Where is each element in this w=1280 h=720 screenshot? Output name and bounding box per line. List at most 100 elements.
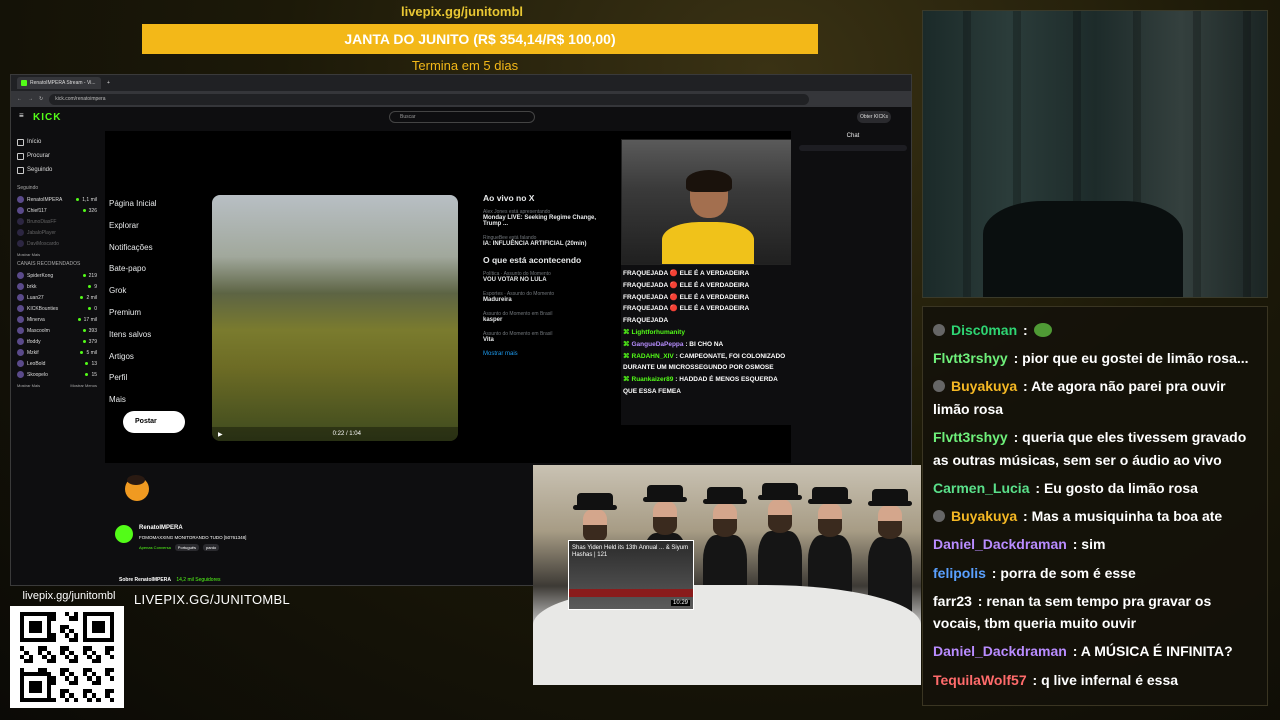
chat-username[interactable]: Carmen_Lucia bbox=[933, 480, 1029, 496]
channel-avatar[interactable] bbox=[115, 525, 133, 543]
chat-text: Mas a musiquinha ta boa ate bbox=[1031, 508, 1223, 525]
x-nav-home[interactable]: Página Inicial bbox=[109, 199, 199, 221]
channel-avatar bbox=[17, 272, 24, 279]
x-nav-grok[interactable]: Grok bbox=[109, 286, 199, 308]
x-nav-profile[interactable]: Perfil bbox=[109, 373, 199, 395]
chat-text: pior que eu gostei de limão rosa... bbox=[1022, 350, 1249, 367]
sidebar-channel[interactable]: Chief117 326 bbox=[17, 205, 97, 216]
chat-line: ⌘ Ruankaizer89 : HADDAD É MENOS ESQUERDA … bbox=[623, 374, 791, 398]
user-badge-icon bbox=[933, 380, 945, 393]
x-nav-articles[interactable]: Artigos bbox=[109, 352, 199, 374]
browser-tab[interactable]: RenatoIMPERA Stream - Vi... bbox=[17, 77, 101, 89]
chat-separator: : bbox=[1068, 536, 1082, 553]
sidebar-channel[interactable]: Skoopelo 15 bbox=[17, 369, 97, 380]
sidebar-channel[interactable]: SpiderKong 219 bbox=[17, 270, 97, 281]
forward-icon[interactable]: → bbox=[28, 96, 33, 102]
chat-username[interactable]: Flvtt3rshyy bbox=[933, 350, 1008, 366]
x-show-more[interactable]: Mostrar mais bbox=[483, 351, 613, 357]
kick-logo[interactable]: KICK bbox=[33, 112, 61, 123]
channel-name: KICKBounties bbox=[27, 305, 59, 312]
sidebar-channel[interactable]: Minerva 17 mil bbox=[17, 314, 97, 325]
trend-item[interactable]: Esportes · Assunto do Momento Madureira bbox=[483, 291, 613, 303]
url-field[interactable]: kick.com/renatoimpera bbox=[49, 93, 810, 105]
tag-chip[interactable]: pardo bbox=[203, 544, 220, 551]
x-nav-chat[interactable]: Bate-papo bbox=[109, 264, 199, 286]
tweet-video[interactable]: ▶ 0:22 / 1:04 bbox=[212, 195, 458, 441]
channel-name: SpiderKong bbox=[27, 272, 54, 279]
category-link[interactable]: Apenas Conversa bbox=[139, 545, 171, 550]
channel-name[interactable]: RenatoIMPERA bbox=[139, 525, 183, 531]
chat-username[interactable]: Buyakuya bbox=[951, 378, 1017, 394]
x-nav-bookmarks[interactable]: Itens salvos bbox=[109, 330, 199, 352]
x-nav-notifications[interactable]: Notificações bbox=[109, 243, 199, 265]
chat-separator: : bbox=[1068, 643, 1081, 660]
chat-username[interactable]: Lightforhumanity bbox=[632, 329, 685, 336]
sidebar-channel[interactable]: Mzkif 5 mil bbox=[17, 347, 97, 358]
chat-username[interactable]: Buyakuya bbox=[951, 508, 1017, 524]
stream-player[interactable]: Página Inicial Explorar Notificações Bat… bbox=[105, 131, 791, 463]
about-section: Sobre RenatoIMPERA 14,2 mil Seguidores bbox=[119, 577, 221, 583]
sidebar-channel[interactable]: tfoddy 379 bbox=[17, 336, 97, 347]
sidebar-channel[interactable]: BrunoDiasFF bbox=[17, 216, 97, 227]
show-less-bottom[interactable]: Mostrar Menos bbox=[70, 383, 97, 388]
tag-chip[interactable]: Português bbox=[174, 544, 200, 551]
chat-separator: : bbox=[1031, 479, 1044, 496]
chat-username[interactable]: Flvtt3rshyy bbox=[933, 429, 1008, 445]
trend-item[interactable]: Política · Assunto do Momento VOU VOTAR N… bbox=[483, 271, 613, 283]
stream-chat-overlay: FRAQUEJADA 🔴 ELE É A VERDADEIRA FRAQUEJAD… bbox=[621, 265, 791, 425]
kick-sidebar: Início Procurar Seguindo Seguindo Renato… bbox=[11, 129, 103, 585]
chat-username[interactable]: Disc0man bbox=[951, 322, 1017, 338]
back-icon[interactable]: ← bbox=[17, 96, 22, 102]
x-post-button[interactable]: Postar bbox=[123, 411, 185, 433]
sidebar-channel[interactable]: LeoBold 13 bbox=[17, 358, 97, 369]
x-nav-explore[interactable]: Explorar bbox=[109, 221, 199, 243]
chat-username[interactable]: Ruankaizer89 bbox=[632, 376, 674, 383]
livepix-banner: LIVEPIX.GG/JUNITOMBL bbox=[134, 592, 291, 607]
sidebar-channel[interactable]: brkk 9 bbox=[17, 281, 97, 292]
chat-username[interactable]: felipolis bbox=[933, 565, 986, 581]
chat-username[interactable]: RADAHN_XIV bbox=[632, 353, 674, 360]
live-item[interactable]: RingueBee está falando IA: INFLUÊNCIA AR… bbox=[483, 235, 613, 247]
chat-username[interactable]: farr23 bbox=[933, 593, 972, 609]
nav-browse[interactable]: Procurar bbox=[17, 149, 97, 163]
sidebar-channel[interactable]: KICKBounties 0 bbox=[17, 303, 97, 314]
chat-username[interactable]: Daniel_Dackdraman bbox=[933, 536, 1067, 552]
menu-icon[interactable]: ≡ bbox=[19, 111, 24, 120]
goal-deadline: Termina em 5 dias bbox=[411, 58, 519, 73]
viewer-count: 2 mil bbox=[86, 294, 97, 301]
pepe-emote-icon bbox=[1033, 323, 1052, 337]
chat-username[interactable]: GangueDaPeppa bbox=[632, 341, 684, 348]
channel-name: tfoddy bbox=[27, 338, 41, 345]
sidebar-channel[interactable]: Luan27 2 mil bbox=[17, 292, 97, 303]
live-dot-icon bbox=[80, 351, 84, 354]
nav-home[interactable]: Início bbox=[17, 135, 97, 149]
sidebar-channel[interactable]: JabaloPlayer bbox=[17, 227, 97, 238]
channel-avatar bbox=[17, 218, 24, 225]
chat-separator: : bbox=[1019, 322, 1028, 338]
x-nav-premium[interactable]: Premium bbox=[109, 308, 199, 330]
about-title: Sobre RenatoIMPERA bbox=[119, 577, 171, 583]
video-thumbnail[interactable]: Shas Yiden Held its 13th Annual ... & Si… bbox=[568, 540, 694, 610]
sidebar-channel[interactable]: Mascoolm 393 bbox=[17, 325, 97, 336]
show-more-link[interactable]: Mostrar Mais bbox=[17, 252, 97, 257]
live-dot-icon bbox=[85, 373, 89, 376]
chat-text: FRAQUEJADA 🔴 ELE É A VERDADEIRA bbox=[623, 281, 750, 289]
show-more-bottom[interactable]: Mostrar Mais bbox=[17, 383, 40, 388]
search-input[interactable]: Buscar bbox=[389, 111, 535, 123]
chat-username[interactable]: Daniel_Dackdraman bbox=[933, 643, 1067, 659]
new-tab-icon[interactable]: + bbox=[107, 80, 110, 86]
chat-message: Carmen_Lucia : Eu gosto da limão rosa bbox=[933, 477, 1259, 500]
play-icon[interactable]: ▶ bbox=[218, 431, 223, 438]
reload-icon[interactable]: ↻ bbox=[39, 96, 43, 102]
chat-username[interactable]: TequilaWolf57 bbox=[933, 672, 1027, 688]
live-item[interactable]: Alex Jones está apresentando Monday LIVE… bbox=[483, 209, 613, 227]
live-dot-icon bbox=[88, 307, 92, 310]
trend-item[interactable]: Assunto do Momento em Brasil kasper bbox=[483, 311, 613, 323]
trend-item[interactable]: Assunto do Momento em Brasil Vita bbox=[483, 331, 613, 343]
sidebar-channel[interactable]: RenatoIMPERA 1,1 mil bbox=[17, 194, 97, 205]
viewer-count: 13 bbox=[91, 360, 97, 367]
chat-message: TequilaWolf57 : q live infernal é essa bbox=[933, 669, 1259, 692]
get-kicks-button[interactable]: Obter KICKs bbox=[857, 111, 891, 123]
nav-following[interactable]: Seguindo bbox=[17, 163, 97, 177]
sidebar-channel[interactable]: DaviMoscardo bbox=[17, 238, 97, 249]
